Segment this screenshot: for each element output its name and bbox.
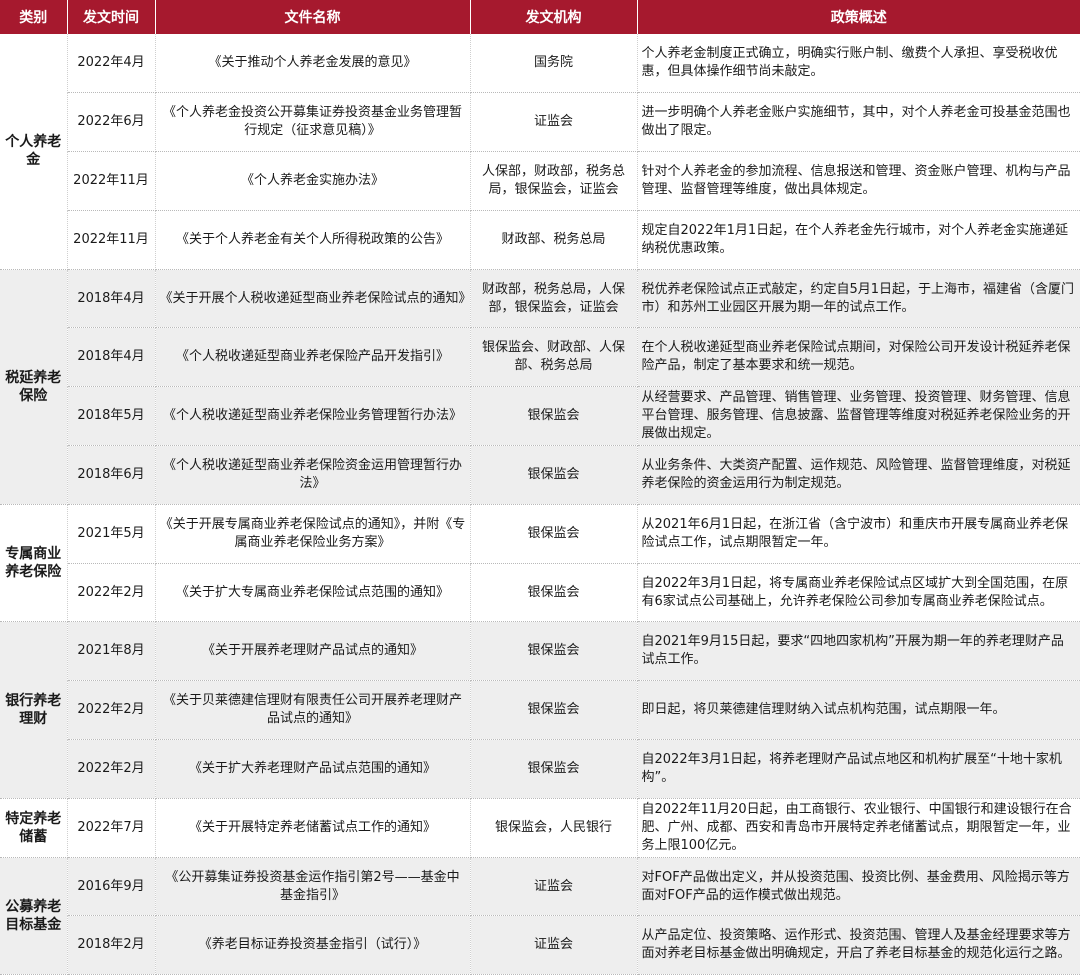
header-category: 类别 [0, 0, 68, 34]
category-cell: 税延养老保险 [0, 269, 68, 505]
summary-cell: 对FOF产品做出定义，并从投资范围、投资比例、基金费用、风险揭示等方面对FOF产… [637, 857, 1080, 917]
category-cell: 个人养老金 [0, 34, 68, 270]
date-cell: 2022年2月 [67, 563, 156, 623]
title-cell: 《养老目标证券投资基金指引（试行）》 [155, 915, 471, 976]
title-cell: 《关于开展个人税收递延型商业养老保险试点的通知》 [155, 269, 471, 329]
date-cell: 2022年6月 [67, 92, 156, 153]
date-cell: 2022年2月 [67, 739, 156, 799]
issuer-cell: 国务院 [470, 34, 638, 94]
issuer-cell: 银保监会 [470, 445, 638, 505]
title-cell: 《个人养老金实施办法》 [155, 151, 471, 211]
issuer-cell: 银保监会 [470, 504, 638, 564]
table-body: 个人养老金 2022年4月 《关于推动个人养老金发展的意见》 国务院 个人养老金… [0, 34, 1080, 976]
table-row: 2022年6月 《个人养老金投资公开募集证券投资基金业务管理暂行规定（征求意见稿… [0, 92, 1080, 153]
date-cell: 2018年2月 [67, 915, 156, 976]
table-row: 2022年11月 《关于个人养老金有关个人所得税政策的公告》 财政部、税务总局 … [0, 210, 1080, 270]
header-title: 文件名称 [155, 0, 471, 34]
summary-cell: 进一步明确个人养老金账户实施细节，其中，对个人养老金可投基金范围也做出了限定。 [637, 92, 1080, 153]
summary-cell: 自2022年3月1日起，将专属商业养老保险试点区域扩大到全国范围，在原有6家试点… [637, 563, 1080, 623]
issuer-cell: 证监会 [470, 857, 638, 917]
table-row: 2022年11月 《个人养老金实施办法》 人保部，财政部，税务总局，银保监会，证… [0, 151, 1080, 211]
category-cell: 公募养老目标基金 [0, 857, 68, 976]
date-cell: 2022年11月 [67, 210, 156, 270]
title-cell: 《个人税收递延型商业养老保险资金运用管理暂行办法》 [155, 445, 471, 505]
title-cell: 《关于贝莱德建信理财有限责任公司开展养老理财产品试点的通知》 [155, 680, 471, 741]
title-cell: 《个人养老金投资公开募集证券投资基金业务管理暂行规定（征求意见稿）》 [155, 92, 471, 153]
title-cell: 《个人税收递延型商业养老保险业务管理暂行办法》 [155, 386, 471, 447]
issuer-cell: 财政部，税务总局，人保部，银保监会，证监会 [470, 269, 638, 329]
table-row: 银行养老理财 2021年8月 《关于开展养老理财产品试点的通知》 银保监会 自2… [0, 621, 1080, 799]
header-summary: 政策概述 [637, 0, 1080, 34]
summary-cell: 从业务条件、大类资产配置、运作规范、风险管理、监督管理维度，对税延养老保险的资金… [637, 445, 1080, 505]
issuer-cell: 银保监会 [470, 386, 638, 447]
category-cell: 专属商业养老保险 [0, 504, 68, 623]
title-cell: 《关于开展特定养老储蓄试点工作的通知》 [155, 798, 471, 858]
table-row: 公募养老目标基金 2016年9月 《公开募集证券投资基金运作指引第2号——基金中… [0, 857, 1080, 976]
date-cell: 2022年7月 [67, 798, 156, 858]
category-cell: 特定养老储蓄 [0, 798, 68, 858]
title-cell: 《关于开展养老理财产品试点的通知》 [155, 621, 471, 682]
header-row: 类别 发文时间 文件名称 发文机构 政策概述 [0, 0, 1080, 34]
issuer-cell: 银保监会 [470, 621, 638, 682]
date-cell: 2022年4月 [67, 34, 156, 94]
table-row: 2018年5月 《个人税收递延型商业养老保险业务管理暂行办法》 银保监会 从经营… [0, 386, 1080, 447]
date-cell: 2018年4月 [67, 269, 156, 329]
summary-cell: 自2022年11月20日起，由工商银行、农业银行、中国银行和建设银行在合肥、广州… [637, 798, 1080, 858]
table-row: 税延养老保险 2018年4月 《关于开展个人税收递延型商业养老保险试点的通知》 … [0, 269, 1080, 505]
date-cell: 2021年8月 [67, 621, 156, 682]
date-cell: 2022年11月 [67, 151, 156, 211]
date-cell: 2018年6月 [67, 445, 156, 505]
summary-cell: 在个人税收递延型商业养老保险试点期间，对保险公司开发设计税延养老保险产品，制定了… [637, 327, 1080, 388]
summary-cell: 针对个人养老金的参加流程、信息报送和管理、资金账户管理、机构与产品管理、监督管理… [637, 151, 1080, 211]
summary-cell: 从产品定位、投资策略、运作形式、投资范围、管理人及基金经理要求等方面对养老目标基… [637, 915, 1080, 976]
table-row: 特定养老储蓄 2022年7月 《关于开展特定养老储蓄试点工作的通知》 银保监会，… [0, 798, 1080, 858]
policy-table: 类别 发文时间 文件名称 发文机构 政策概述 个人养老金 2022年4月 《关于… [0, 0, 1080, 976]
table-row: 2018年4月 《个人税收递延型商业养老保险产品开发指引》 银保监会、财政部、人… [0, 327, 1080, 388]
issuer-cell: 证监会 [470, 92, 638, 153]
category-cell: 银行养老理财 [0, 621, 68, 799]
summary-cell: 从2021年6月1日起，在浙江省（含宁波市）和重庆市开展专属商业养老保险试点工作… [637, 504, 1080, 564]
title-cell: 《关于扩大养老理财产品试点范围的通知》 [155, 739, 471, 799]
title-cell: 《个人税收递延型商业养老保险产品开发指引》 [155, 327, 471, 388]
title-cell: 《公开募集证券投资基金运作指引第2号——基金中基金指引》 [155, 857, 471, 917]
issuer-cell: 人保部，财政部，税务总局，银保监会，证监会 [470, 151, 638, 211]
date-cell: 2018年5月 [67, 386, 156, 447]
date-cell: 2021年5月 [67, 504, 156, 564]
title-cell: 《关于开展专属商业养老保险试点的通知》，并附《专属商业养老保险业务方案》 [155, 504, 471, 564]
title-cell: 《关于推动个人养老金发展的意见》 [155, 34, 471, 94]
table-row: 2018年2月 《养老目标证券投资基金指引（试行）》 证监会 从产品定位、投资策… [0, 915, 1080, 976]
summary-cell: 即日起，将贝莱德建信理财纳入试点机构范围，试点期限一年。 [637, 680, 1080, 741]
summary-cell: 规定自2022年1月1日起，在个人养老金先行城市，对个人养老金实施递延纳税优惠政… [637, 210, 1080, 270]
table-row: 个人养老金 2022年4月 《关于推动个人养老金发展的意见》 国务院 个人养老金… [0, 34, 1080, 270]
table-header: 类别 发文时间 文件名称 发文机构 政策概述 [0, 0, 1080, 34]
table-row: 2022年2月 《关于扩大养老理财产品试点范围的通知》 银保监会 自2022年3… [0, 739, 1080, 799]
issuer-cell: 银保监会、财政部、人保部、税务总局 [470, 327, 638, 388]
date-cell: 2018年4月 [67, 327, 156, 388]
title-cell: 《关于个人养老金有关个人所得税政策的公告》 [155, 210, 471, 270]
issuer-cell: 银保监会，人民银行 [470, 798, 638, 858]
summary-cell: 从经营要求、产品管理、销售管理、业务管理、投资管理、财务管理、信息平台管理、服务… [637, 386, 1080, 447]
table-row: 专属商业养老保险 2021年5月 《关于开展专属商业养老保险试点的通知》，并附《… [0, 504, 1080, 623]
summary-cell: 自2022年3月1日起，将养老理财产品试点地区和机构扩展至“十地十家机构”。 [637, 739, 1080, 799]
table-row: 2022年2月 《关于贝莱德建信理财有限责任公司开展养老理财产品试点的通知》 银… [0, 680, 1080, 741]
title-cell: 《关于扩大专属商业养老保险试点范围的通知》 [155, 563, 471, 623]
summary-cell: 自2021年9月15日起，要求“四地四家机构”开展为期一年的养老理财产品试点工作… [637, 621, 1080, 682]
issuer-cell: 银保监会 [470, 739, 638, 799]
header-issuer: 发文机构 [470, 0, 638, 34]
issuer-cell: 证监会 [470, 915, 638, 976]
summary-cell: 个人养老金制度正式确立，明确实行账户制、缴费个人承担、享受税收优惠，但具体操作细… [637, 34, 1080, 94]
table-row: 2018年6月 《个人税收递延型商业养老保险资金运用管理暂行办法》 银保监会 从… [0, 445, 1080, 505]
table-row: 2022年2月 《关于扩大专属商业养老保险试点范围的通知》 银保监会 自2022… [0, 563, 1080, 623]
issuer-cell: 财政部、税务总局 [470, 210, 638, 270]
date-cell: 2016年9月 [67, 857, 156, 917]
issuer-cell: 银保监会 [470, 563, 638, 623]
issuer-cell: 银保监会 [470, 680, 638, 741]
header-date: 发文时间 [67, 0, 156, 34]
date-cell: 2022年2月 [67, 680, 156, 741]
summary-cell: 税优养老保险试点正式敲定，约定自5月1日起，于上海市，福建省（含厦门市）和苏州工… [637, 269, 1080, 329]
